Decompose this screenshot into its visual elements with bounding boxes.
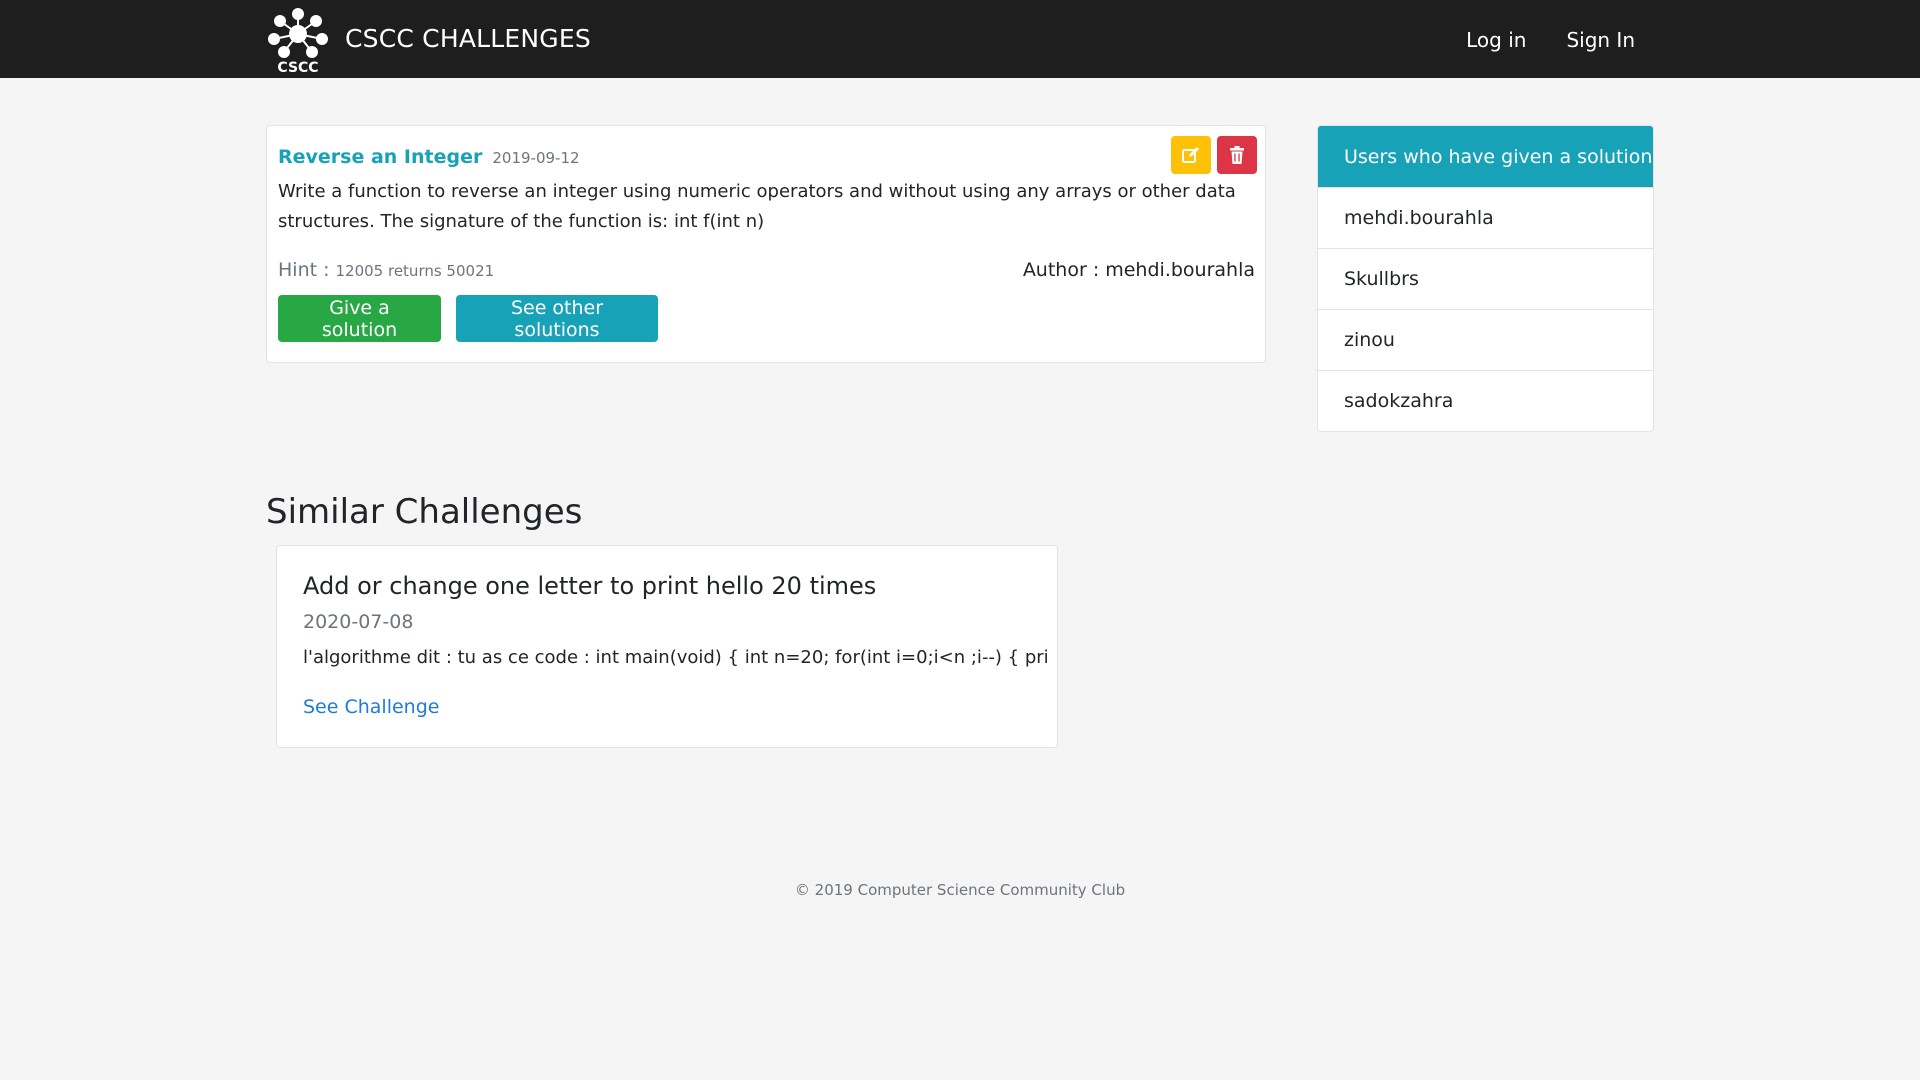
user-item[interactable]: zinou <box>1318 309 1653 370</box>
logo-text: CSCC <box>277 60 318 74</box>
similar-challenge-title: Add or change one letter to print hello … <box>303 572 877 600</box>
footer-copyright: © 2019 Computer Science Community Club <box>794 881 1126 899</box>
challenge-title-row: Reverse an Integer 2019-09-12 <box>278 146 580 168</box>
edit-button[interactable] <box>1171 136 1211 174</box>
give-solution-button[interactable]: Give a solution <box>278 295 441 342</box>
users-panel-header: Users who have given a solution <box>1318 126 1653 187</box>
user-item[interactable]: mehdi.bourahla <box>1318 187 1653 248</box>
hint-label: Hint : <box>278 259 330 281</box>
signin-link[interactable]: Sign In <box>1566 28 1635 52</box>
nav-links: Log in Sign In <box>1466 0 1635 78</box>
user-item[interactable]: Skullbrs <box>1318 248 1653 309</box>
challenge-card: Reverse an Integer 2019-09-12 Write a fu… <box>266 125 1266 363</box>
challenge-title: Reverse an Integer <box>278 146 483 168</box>
similar-challenge-description: l'algorithme dit : tu as ce code : int m… <box>303 647 1048 668</box>
users-panel: Users who have given a solution mehdi.bo… <box>1317 125 1654 432</box>
hint-value: 12005 returns 50021 <box>335 262 495 280</box>
challenge-description: Write a function to reverse an integer u… <box>278 181 1236 232</box>
login-link[interactable]: Log in <box>1466 28 1526 52</box>
similar-challenge-date: 2020-07-08 <box>303 611 414 633</box>
similar-challenge-card: Add or change one letter to print hello … <box>276 545 1058 748</box>
brand-title: CSCC CHALLENGES <box>345 23 591 53</box>
see-other-solutions-button[interactable]: See other solutions <box>456 295 658 342</box>
similar-challenges-heading: Similar Challenges <box>266 492 583 532</box>
navbar: CSCC CSCC CHALLENGES Log in Sign In <box>0 0 1920 78</box>
trash-icon <box>1230 146 1244 164</box>
see-challenge-link[interactable]: See Challenge <box>303 696 439 718</box>
author-label: Author : <box>1022 259 1100 281</box>
author-row: Author : mehdi.bourahla <box>1023 259 1255 281</box>
delete-button[interactable] <box>1217 136 1257 174</box>
challenge-date: 2019-09-12 <box>492 149 580 167</box>
edit-icon <box>1182 147 1199 163</box>
author-name: mehdi.bourahla <box>1105 259 1255 281</box>
cscc-logo: CSCC <box>268 8 328 74</box>
user-item[interactable]: sadokzahra <box>1318 370 1653 431</box>
hint-row: Hint : 12005 returns 50021 <box>278 259 494 281</box>
brand[interactable]: CSCC CSCC CHALLENGES <box>265 6 591 74</box>
